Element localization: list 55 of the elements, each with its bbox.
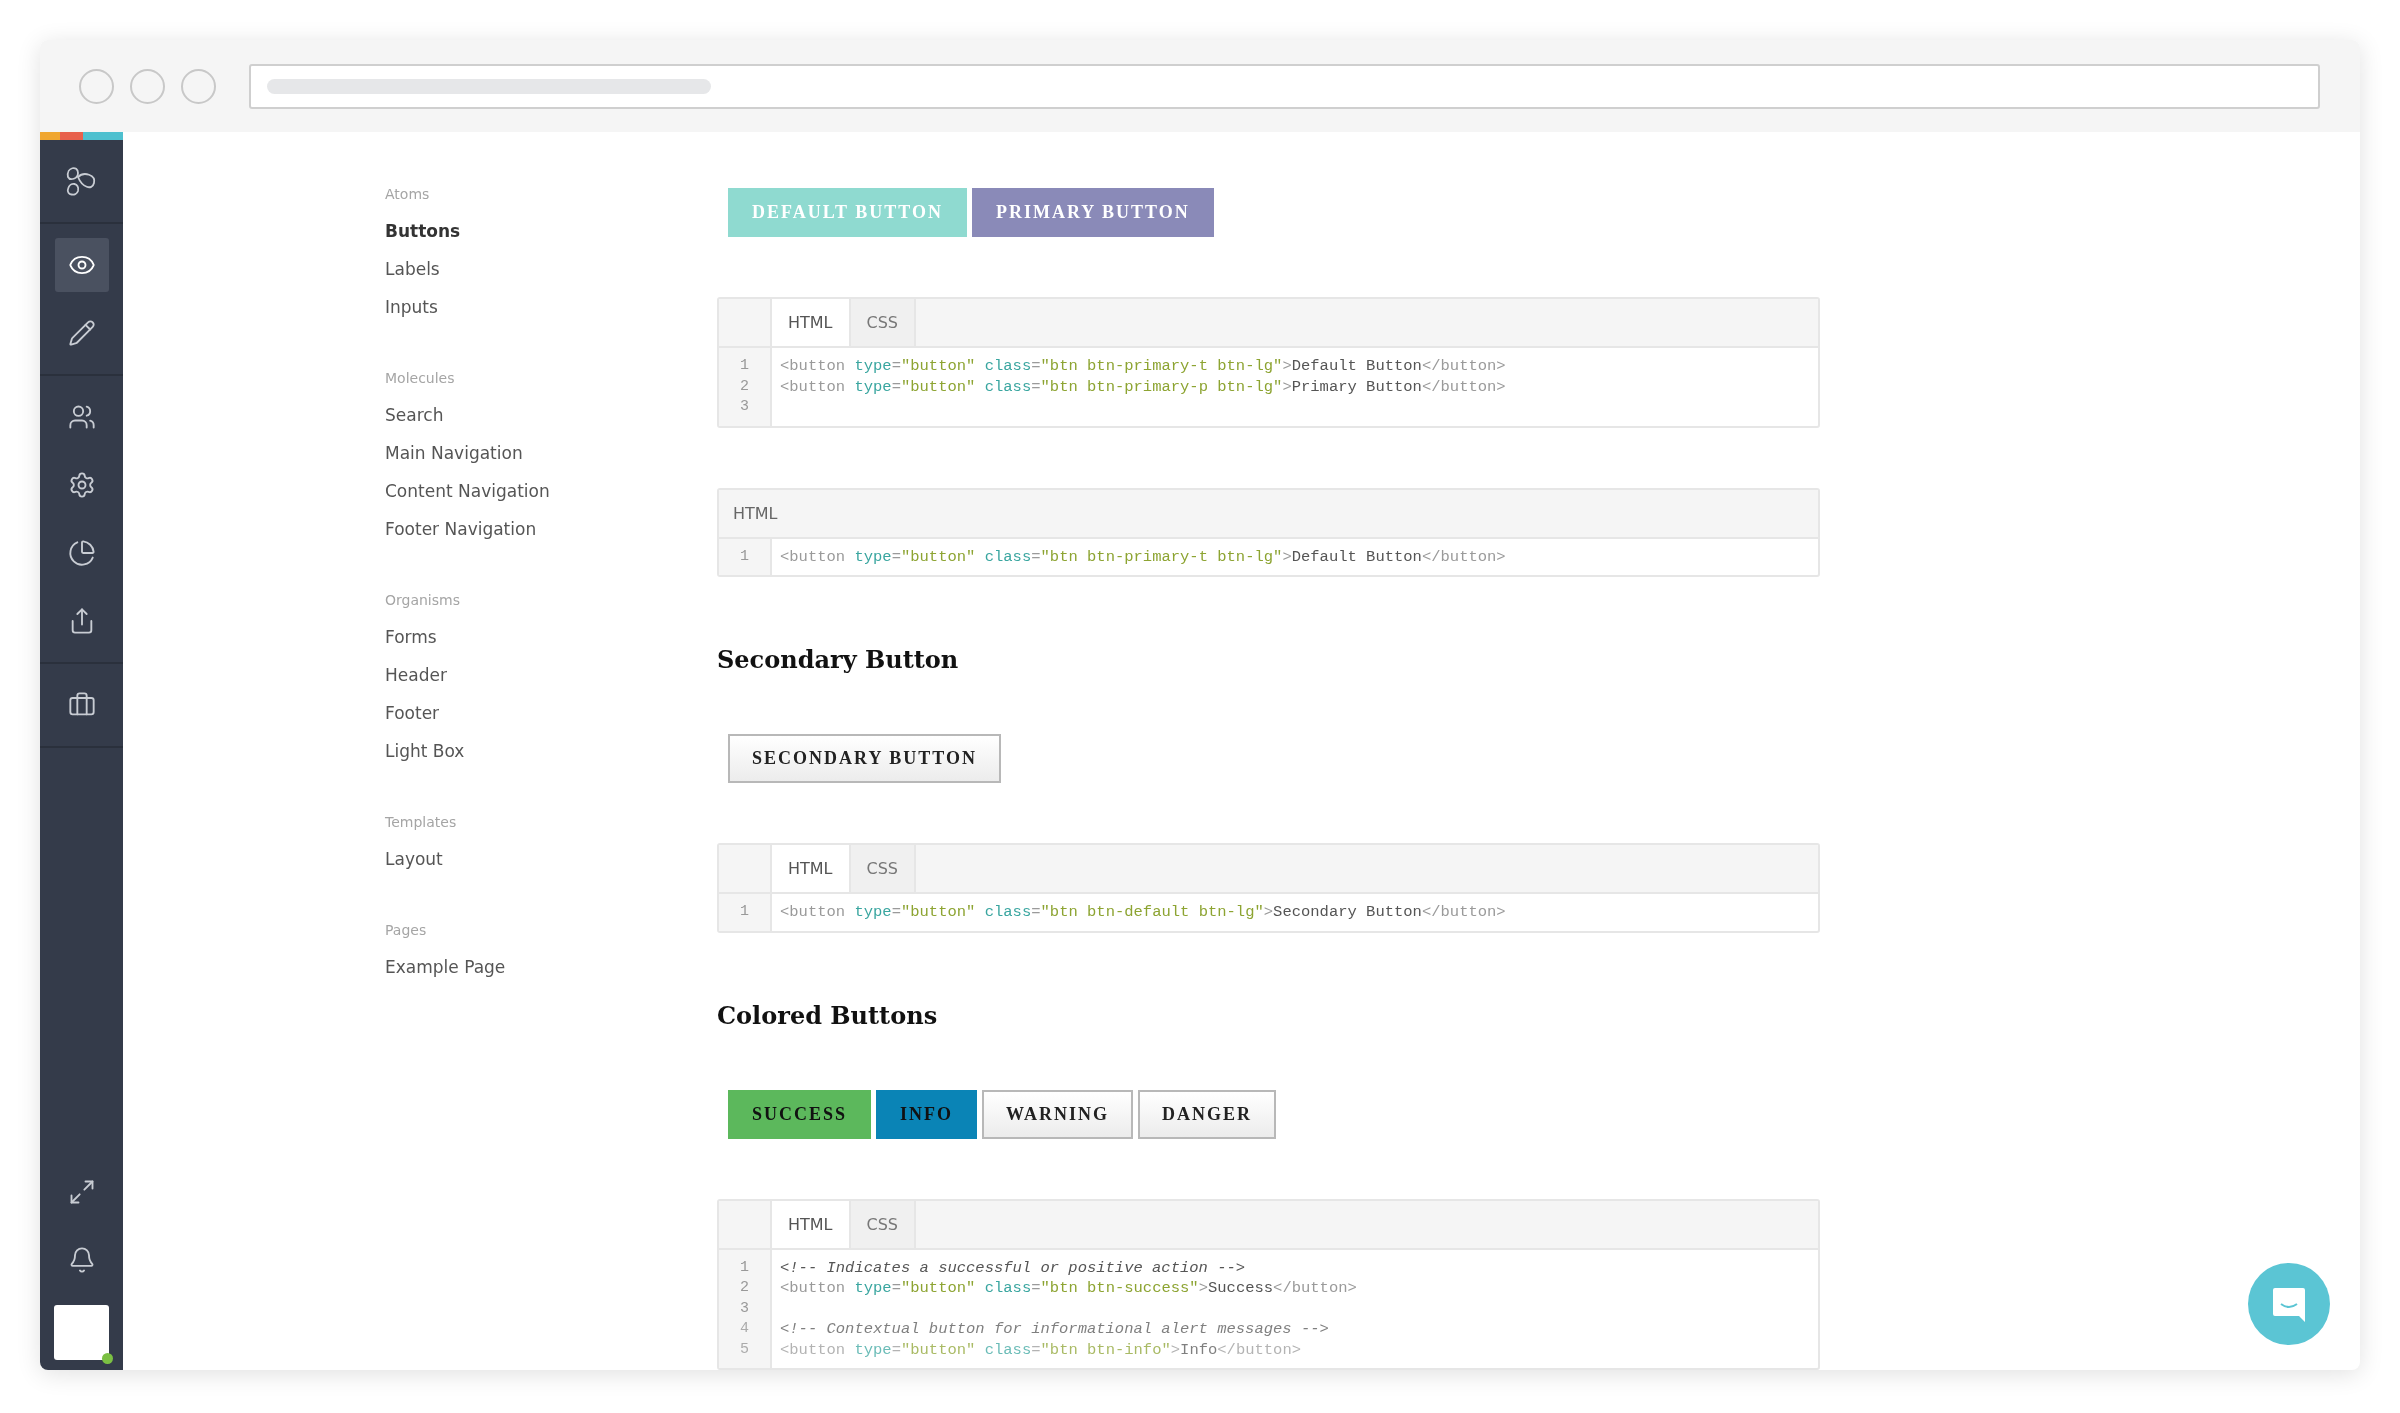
line-number: 2 — [740, 1278, 749, 1298]
nav-link[interactable]: Example Page — [385, 956, 506, 978]
nav-group-title: Atoms — [385, 186, 431, 202]
pencil-icon — [67, 319, 96, 347]
nav-link[interactable]: Main Navigation — [385, 442, 523, 464]
code-tab[interactable]: HTML — [772, 299, 851, 346]
line-number: 1 — [740, 902, 749, 922]
code-tab[interactable]: CSS — [850, 845, 916, 892]
nav-link[interactable]: Content Navigation — [385, 480, 550, 502]
line-number: 3 — [740, 397, 749, 417]
nav-group-title: Pages — [385, 922, 428, 938]
nav-link[interactable]: Buttons — [385, 220, 461, 242]
code-line: <button type="button" class="btn btn-primary-p btn-lg">Primary Button</button> — [779, 376, 1506, 397]
nav-link[interactable]: Labels — [385, 258, 440, 280]
demo-button[interactable]: SUCCESS — [728, 1089, 872, 1139]
nav-link[interactable]: Forms — [385, 626, 437, 648]
nav-group-title: Templates — [385, 814, 458, 830]
sidebar-button[interactable] — [54, 238, 109, 292]
code-comment: <!-- Indicates a successful or positive action --> — [779, 1257, 1246, 1278]
code-line: <button type="button" class="btn btn-primary-t btn-lg">Default Button</button> — [779, 356, 1506, 377]
code-tab[interactable]: CSS — [850, 1200, 916, 1248]
demo-button[interactable]: SECONDARY BUTTON — [728, 734, 1001, 783]
nav-link[interactable]: Footer Navigation — [385, 518, 537, 540]
address-field[interactable] — [249, 63, 2320, 109]
line-number: 1 — [740, 1257, 749, 1278]
demo-button[interactable]: INFO — [876, 1089, 978, 1139]
section-heading: Secondary Button — [717, 645, 960, 674]
code-line: <button type="button" class="btn btn-primary-t btn-lg">Default Button</button> — [779, 546, 1506, 567]
code-tab[interactable]: HTML — [772, 845, 851, 892]
nav-link[interactable]: Footer — [385, 702, 440, 724]
demo-button[interactable]: WARNING — [982, 1089, 1134, 1139]
nav-link[interactable]: Search — [385, 404, 444, 426]
pie-chart-icon — [67, 539, 96, 567]
code-title: HTML — [732, 503, 778, 523]
demo-button[interactable]: DANGER — [1138, 1089, 1277, 1139]
nav-link[interactable]: Inputs — [385, 296, 438, 318]
line-number: 5 — [740, 1339, 749, 1360]
code-line: <button type="button" class="btn btn-default btn-lg">Secondary Button</button> — [779, 902, 1506, 923]
line-number: 1 — [740, 356, 749, 376]
code-line: <button type="button" class="btn btn-info">Info</button> — [779, 1339, 1302, 1360]
line-number: 4 — [740, 1319, 749, 1339]
nav-group-title: Molecules — [385, 370, 456, 386]
line-number: 3 — [740, 1298, 749, 1319]
nav-link[interactable]: Layout — [385, 848, 443, 870]
line-number: 1 — [740, 546, 749, 567]
line-number: 2 — [740, 376, 749, 397]
code-comment: <!-- Contextual button for informational alert messages --> — [779, 1319, 1329, 1340]
code-tab[interactable]: HTML — [772, 1200, 851, 1248]
nav-link[interactable]: Light Box — [385, 740, 465, 762]
code-tab[interactable]: CSS — [850, 299, 916, 346]
nav-link[interactable]: Header — [385, 664, 447, 686]
users-icon — [67, 403, 96, 431]
section-heading: Colored Buttons — [717, 1000, 939, 1030]
nav-group-title: Organisms — [385, 592, 461, 608]
code-line: <button type="button" class="btn btn-success">Success</button> — [779, 1278, 1357, 1299]
